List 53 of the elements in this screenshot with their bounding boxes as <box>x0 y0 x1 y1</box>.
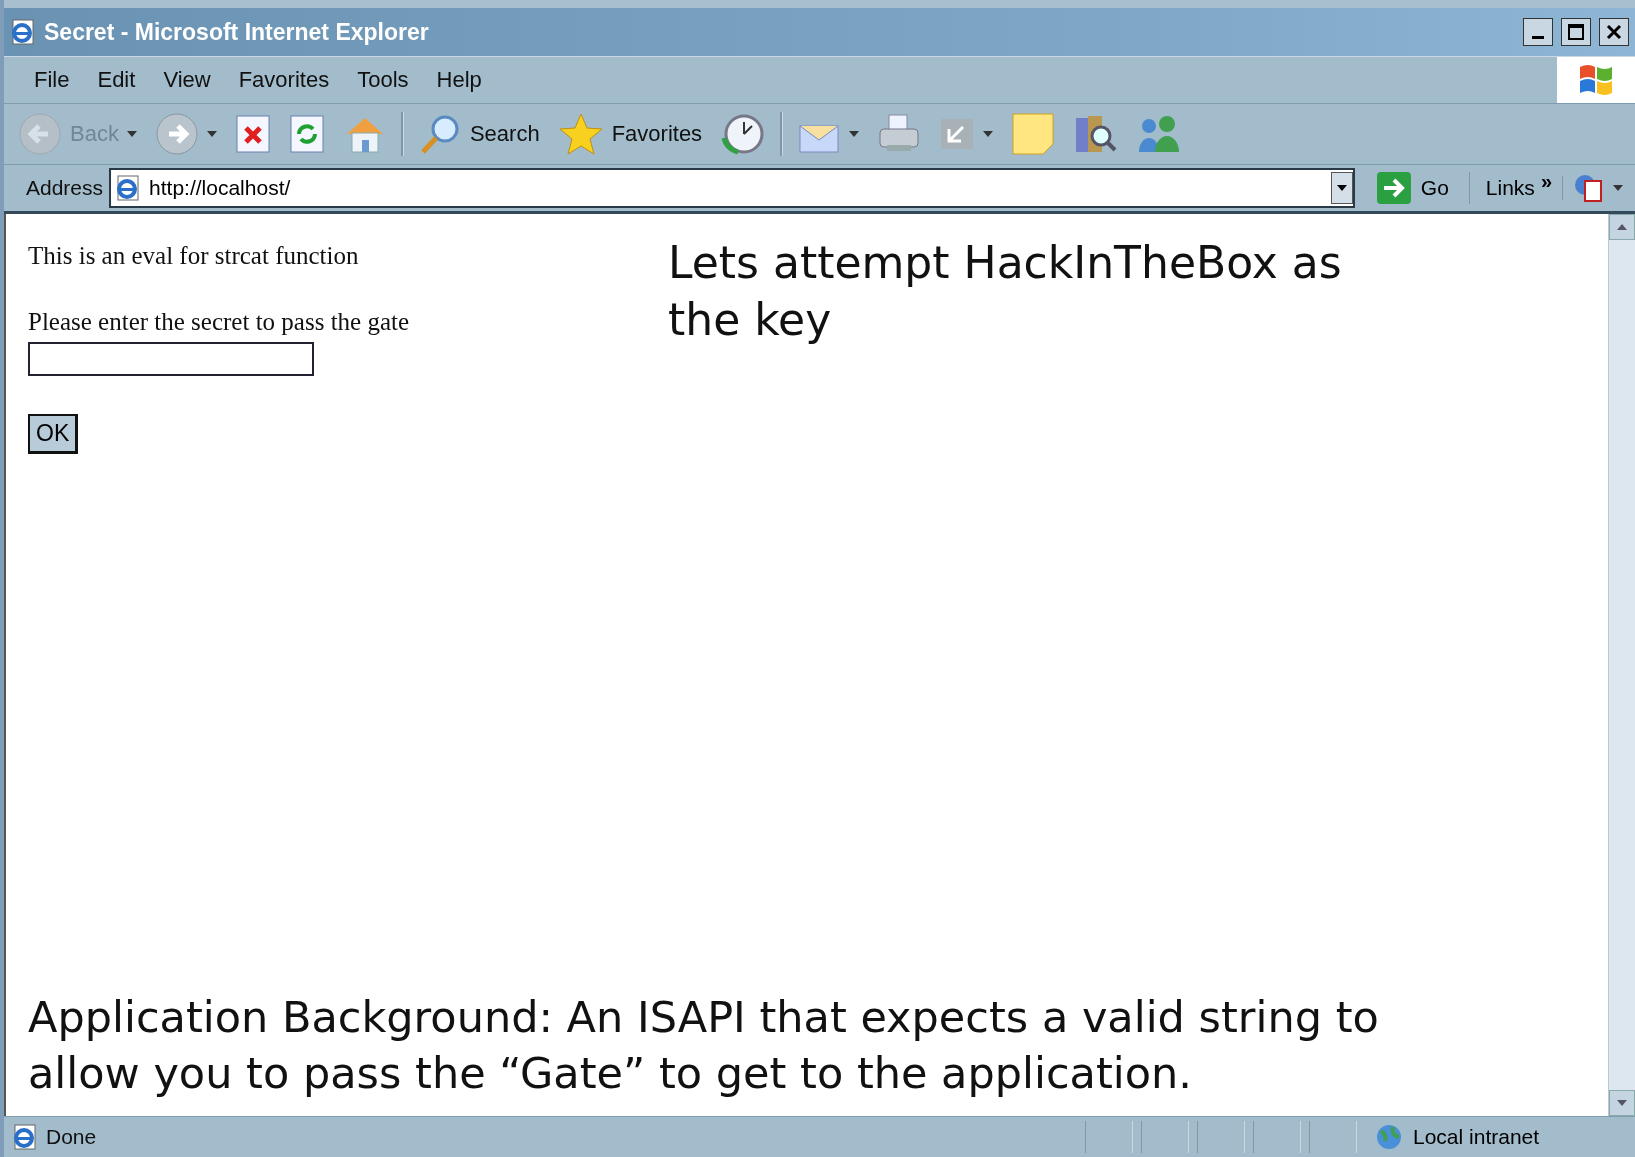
edit-icon <box>939 117 976 151</box>
scroll-up-button[interactable] <box>1609 214 1635 240</box>
stop-icon <box>234 114 271 154</box>
status-pane <box>1085 1121 1133 1153</box>
zone-indicator: Local intranet <box>1365 1123 1635 1151</box>
dropdown-button[interactable] <box>1330 172 1353 204</box>
refresh-icon <box>288 114 325 154</box>
minimize-button[interactable] <box>1523 18 1553 46</box>
document-icon <box>1573 173 1605 203</box>
toolbar-button[interactable]: Favorites <box>553 110 707 158</box>
address-field[interactable]: http://localhost/ <box>109 168 1355 208</box>
up-arrow-icon <box>1617 224 1627 230</box>
caret-icon <box>849 131 860 137</box>
caret-icon <box>206 131 217 137</box>
note-icon <box>1011 112 1056 156</box>
close-icon <box>1606 24 1622 40</box>
annotation-text: Application Background: An ISAPI that expects a valid string to allow you to pass the “Gate” to get to the application. <box>28 991 1380 1101</box>
minimize-icon <box>1532 35 1544 39</box>
annotation-text: Lets attempt HackInTheBox as the key <box>668 236 1343 348</box>
caret-icon <box>126 131 137 137</box>
maximize-icon <box>1568 24 1584 40</box>
prompt-text: Please enter the secret to pass the gate <box>28 308 411 336</box>
menu-item[interactable]: File <box>22 63 82 97</box>
windows-flag-icon <box>1578 63 1614 97</box>
menu-item[interactable]: Edit <box>85 63 148 97</box>
down-arrow-icon <box>1617 1100 1627 1106</box>
caret-icon <box>1613 185 1623 191</box>
toolbar-button[interactable]: Search <box>413 110 544 158</box>
status-pane <box>1197 1121 1245 1153</box>
menu-item[interactable]: View <box>151 63 223 97</box>
page-icon <box>12 1124 38 1150</box>
links-button[interactable]: Links » <box>1475 176 1563 200</box>
menu-item[interactable]: Help <box>424 63 494 97</box>
ok-button[interactable]: OK <box>28 414 79 454</box>
close-button[interactable] <box>1599 18 1629 46</box>
status-pane <box>1309 1121 1357 1153</box>
caret-icon <box>983 131 994 137</box>
status-text: Done <box>46 1125 98 1149</box>
status-pane <box>1253 1121 1301 1153</box>
window-title: Secret - Microsoft Internet Explorer <box>44 18 430 46</box>
intro-text: This is an eval for strcat function <box>28 242 360 270</box>
caret-icon <box>1336 185 1347 191</box>
maximize-button[interactable] <box>1561 18 1591 46</box>
page-icon <box>115 175 142 201</box>
menu-item[interactable]: Favorites <box>226 63 342 97</box>
go-button[interactable]: Go <box>1360 172 1470 204</box>
status-pane <box>1141 1121 1189 1153</box>
scroll-down-button[interactable] <box>1609 1090 1635 1116</box>
browser-icon <box>10 19 36 45</box>
menu-item[interactable]: Tools <box>345 63 421 97</box>
secret-input-field[interactable] <box>28 342 314 376</box>
star-icon <box>557 112 604 156</box>
address-label: Address <box>26 176 104 200</box>
